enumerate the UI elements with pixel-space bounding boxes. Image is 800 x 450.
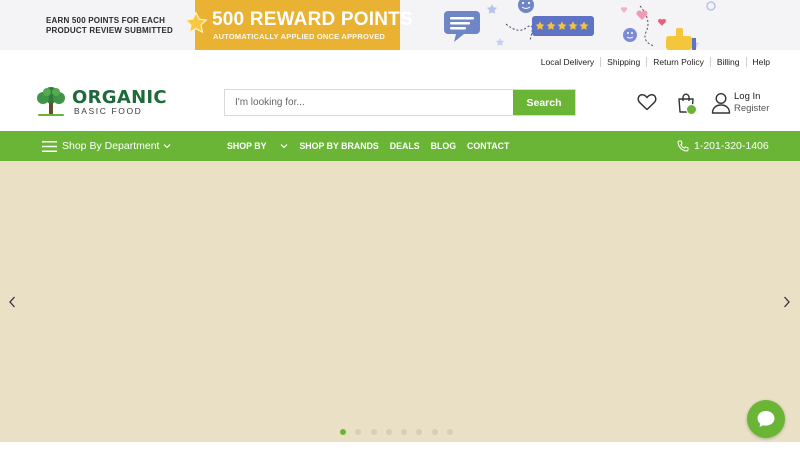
nav-item-label: BLOG [430, 141, 457, 151]
carousel-dot[interactable] [340, 429, 346, 435]
link-local-delivery[interactable]: Local Delivery [535, 57, 600, 67]
main-nav-bar: Shop By Department SHOP BY SHOP BY BRAND… [0, 131, 800, 161]
search-input[interactable] [225, 90, 513, 115]
search-bar: Search [224, 89, 576, 116]
carousel-dot[interactable] [370, 429, 377, 435]
nav-item-label: SHOP BY [227, 141, 267, 151]
nav-item-shop-by[interactable]: SHOP BY [227, 141, 288, 151]
chat-bubble-icon [757, 411, 775, 427]
department-label: Shop By Department [62, 140, 160, 152]
account-menu[interactable]: Log In Register [711, 91, 781, 117]
promo-subline: AUTOMATICALLY APPLIED ONCE APPROVED [213, 32, 386, 41]
promo-headline: 500 REWARD POINTS [212, 9, 413, 30]
search-button[interactable]: Search [513, 90, 575, 115]
carousel-prev-arrow-icon[interactable] [7, 295, 17, 309]
login-link[interactable]: Log In [734, 91, 760, 102]
phone-icon [677, 140, 689, 152]
carousel-next-arrow-icon[interactable] [782, 295, 792, 309]
nav-item-blog[interactable]: BLOG [431, 141, 456, 151]
hamburger-icon [42, 140, 57, 152]
link-help[interactable]: Help [745, 57, 776, 67]
heart-icon[interactable] [637, 93, 657, 111]
carousel-dot[interactable] [447, 429, 454, 435]
shop-by-department-menu[interactable]: Shop By Department [42, 131, 171, 161]
chevron-down-icon [281, 144, 288, 149]
utility-links: Local Delivery Shipping Return Policy Bi… [535, 56, 776, 68]
site-logo[interactable]: ORGANIC BASIC FOOD [34, 86, 169, 118]
carousel-dot[interactable] [355, 429, 362, 435]
nav-item-label: SHOP BY BRANDS [299, 141, 379, 151]
link-return-policy[interactable]: Return Policy [646, 57, 710, 67]
link-shipping[interactable]: Shipping [600, 57, 646, 67]
logo-main-text: ORGANIC [72, 87, 167, 108]
hero-carousel [0, 161, 800, 442]
carousel-dot[interactable] [431, 429, 438, 435]
nav-item-label: DEALS [389, 141, 420, 151]
nav-item-shop-by-brands[interactable]: SHOP BY BRANDS [299, 141, 378, 151]
nav-item-deals[interactable]: DEALS [390, 141, 420, 151]
carousel-dot[interactable] [401, 429, 408, 435]
logo-sub-text: BASIC FOOD [74, 106, 143, 116]
promo-banner[interactable]: EARN 500 POINTS FOR EACH PRODUCT REVIEW … [0, 0, 800, 50]
carousel-dot[interactable] [385, 429, 392, 435]
chat-widget-button[interactable] [747, 400, 785, 438]
user-icon [711, 92, 731, 114]
cart-count-badge [686, 104, 697, 115]
carousel-dots [340, 429, 462, 435]
tree-logo-icon [37, 87, 65, 116]
chevron-down-icon [164, 144, 171, 149]
link-billing[interactable]: Billing [709, 57, 746, 67]
phone-link[interactable]: 1-201-320-1406 [677, 131, 769, 161]
nav-item-label: CONTACT [467, 141, 510, 151]
register-link[interactable]: Register [734, 103, 769, 114]
carousel-dot[interactable] [416, 429, 423, 435]
phone-number: 1-201-320-1406 [694, 140, 769, 152]
nav-menu: SHOP BY SHOP BY BRANDS DEALS BLOG CONTAC… [227, 131, 520, 161]
review-illustration [444, 0, 716, 50]
star-icon [184, 11, 208, 34]
nav-item-contact[interactable]: CONTACT [467, 141, 509, 151]
promo-left-text: EARN 500 POINTS FOR EACH PRODUCT REVIEW … [46, 16, 174, 35]
